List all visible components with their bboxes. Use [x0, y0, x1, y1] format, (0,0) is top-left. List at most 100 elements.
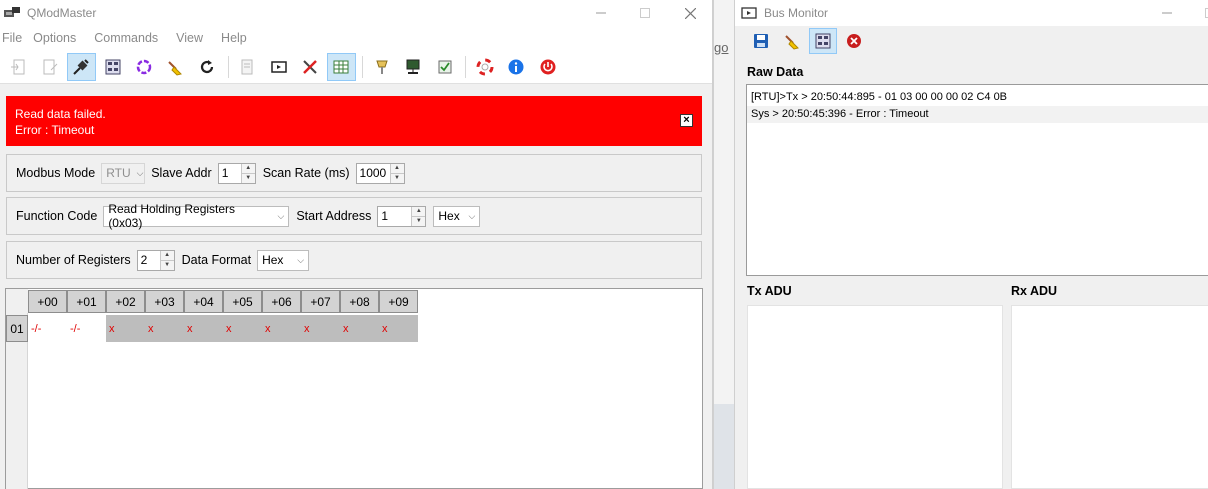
chevron-down-icon: ⌵ — [297, 254, 305, 265]
spin-down-icon[interactable]: ▼ — [390, 173, 404, 183]
log-icon[interactable] — [233, 53, 262, 81]
desktop-strip — [714, 404, 735, 489]
list-item[interactable]: Sys > 20:50:45:396 - Error : Timeout — [747, 106, 1208, 123]
modbus-mode-group: Modbus Mode RTU ⌵ Slave Addr 1 ▲ ▼ Scan R… — [6, 154, 702, 192]
number-of-registers-spinbox[interactable]: 2 ▲ ▼ — [136, 249, 175, 271]
column-header[interactable]: +07 — [301, 290, 340, 313]
rx-adu-label: Rx ADU — [1011, 284, 1058, 298]
bus-monitor-icon[interactable] — [98, 53, 127, 81]
menu-file[interactable]: File — [2, 31, 29, 45]
read-write-icon[interactable] — [192, 53, 221, 81]
column-header[interactable]: +01 — [67, 290, 106, 313]
minimize-button[interactable] — [578, 0, 624, 26]
column-header[interactable]: +05 — [223, 290, 262, 313]
spin-down-icon[interactable]: ▼ — [241, 173, 255, 183]
toolbar-separator — [227, 55, 229, 78]
registers-table: +00 +01 +02 +03 +04 +05 +06 +07 +08 +09 … — [5, 288, 703, 489]
spin-up-icon[interactable]: ▲ — [390, 163, 404, 174]
table-cell[interactable]: x — [184, 315, 223, 342]
start-address-value: 1 — [381, 209, 389, 223]
column-header[interactable]: +04 — [184, 290, 223, 313]
data-format-label: Data Format — [181, 253, 252, 267]
table-cell[interactable]: x — [379, 315, 418, 342]
column-header[interactable]: +02 — [106, 290, 145, 313]
column-header[interactable]: +00 — [28, 290, 67, 313]
scan-icon[interactable] — [130, 53, 159, 81]
minimize-button[interactable] — [1144, 0, 1190, 26]
desktop-background: go — [713, 0, 735, 489]
modbus-mode-label: Modbus Mode — [16, 166, 96, 180]
start-address-label: Start Address — [296, 209, 372, 223]
info-icon[interactable] — [502, 53, 531, 81]
number-of-registers-value: 2 — [140, 253, 148, 267]
clear-icon[interactable] — [778, 28, 806, 54]
address-base-select[interactable]: Hex ⌵ — [433, 205, 481, 227]
scan-rate-value: 1000 — [359, 166, 387, 180]
error-message-line1: Read data failed. — [15, 107, 106, 121]
table-cell[interactable]: -/- — [28, 315, 67, 342]
menu-view[interactable]: View — [176, 31, 210, 45]
bus-monitor-titlebar[interactable]: Bus Monitor — [735, 0, 1208, 26]
table-cell[interactable]: x — [106, 315, 145, 342]
tx-adu-label: Tx ADU — [747, 284, 792, 298]
modbus-tcp-icon[interactable] — [399, 53, 428, 81]
menu-commands[interactable]: Commands — [94, 31, 165, 45]
connect-toggle-icon[interactable] — [66, 52, 96, 81]
qmodmaster-titlebar[interactable]: QModMaster — [0, 0, 712, 26]
disconnect-icon[interactable] — [35, 53, 64, 81]
modbus-rtu-icon[interactable] — [367, 53, 396, 81]
row-header[interactable]: 01 — [6, 315, 28, 342]
table-icon[interactable] — [326, 52, 356, 81]
close-icon[interactable]: × — [680, 114, 693, 127]
column-header[interactable]: +09 — [379, 290, 418, 313]
table-cell[interactable]: x — [145, 315, 184, 342]
help-icon[interactable] — [470, 53, 499, 81]
table-cell[interactable]: -/- — [67, 315, 106, 342]
bus-monitor-icon[interactable] — [809, 28, 837, 54]
spin-down-icon[interactable]: ▼ — [160, 260, 174, 270]
window-title: QModMaster — [27, 6, 97, 20]
close-button[interactable] — [667, 0, 712, 26]
tools-icon[interactable] — [296, 53, 325, 81]
number-of-registers-label: Number of Registers — [16, 253, 131, 267]
table-cell[interactable]: x — [262, 315, 301, 342]
table-cell[interactable]: x — [340, 315, 379, 342]
table-cell[interactable]: x — [223, 315, 262, 342]
menu-options[interactable]: Options — [33, 31, 83, 45]
save-icon[interactable] — [747, 28, 775, 54]
function-code-value: Read Holding Registers (0x03) — [108, 202, 236, 230]
slave-addr-value: 1 — [221, 166, 229, 180]
table-corner — [6, 289, 28, 313]
slave-addr-spinbox[interactable]: 1 ▲ ▼ — [217, 162, 256, 184]
slave-addr-label: Slave Addr — [151, 166, 212, 180]
address-base-value: Hex — [438, 209, 460, 223]
close-icon[interactable] — [840, 28, 868, 54]
table-cell[interactable]: x — [301, 315, 340, 342]
settings-icon[interactable] — [430, 53, 459, 81]
connect-icon[interactable] — [4, 53, 33, 81]
list-item[interactable]: [RTU]>Tx > 20:50:44:895 - 01 03 00 00 00… — [747, 89, 1208, 106]
column-header[interactable]: +06 — [262, 290, 301, 313]
menu-help[interactable]: Help — [221, 31, 254, 45]
function-code-select[interactable]: Read Holding Registers (0x03) ⌵ — [103, 202, 290, 230]
start-address-spinbox[interactable]: 1 ▲ ▼ — [377, 205, 427, 227]
exit-icon[interactable] — [533, 53, 562, 81]
column-header[interactable]: +08 — [340, 290, 379, 313]
scan-rate-spinbox[interactable]: 1000 ▲ ▼ — [355, 162, 405, 184]
column-header[interactable]: +03 — [145, 290, 184, 313]
spin-up-icon[interactable]: ▲ — [412, 206, 426, 217]
rx-adu-box[interactable] — [1011, 305, 1208, 489]
maximize-button[interactable] — [1187, 0, 1208, 26]
scan-rate-label: Scan Rate (ms) — [262, 166, 350, 180]
clear-icon[interactable] — [161, 53, 190, 81]
monitor-icon[interactable] — [264, 53, 293, 81]
spin-up-icon[interactable]: ▲ — [241, 163, 255, 174]
data-format-select[interactable]: Hex ⌵ — [257, 249, 310, 271]
toolbar-separator — [465, 55, 467, 78]
maximize-button[interactable] — [622, 0, 668, 26]
tx-adu-box[interactable] — [747, 305, 1003, 489]
spin-down-icon[interactable]: ▼ — [412, 216, 426, 226]
modbus-mode-select[interactable]: RTU ⌵ — [101, 162, 146, 184]
raw-data-list[interactable]: [RTU]>Tx > 20:50:44:895 - 01 03 00 00 00… — [746, 84, 1208, 276]
spin-up-icon[interactable]: ▲ — [160, 250, 174, 261]
